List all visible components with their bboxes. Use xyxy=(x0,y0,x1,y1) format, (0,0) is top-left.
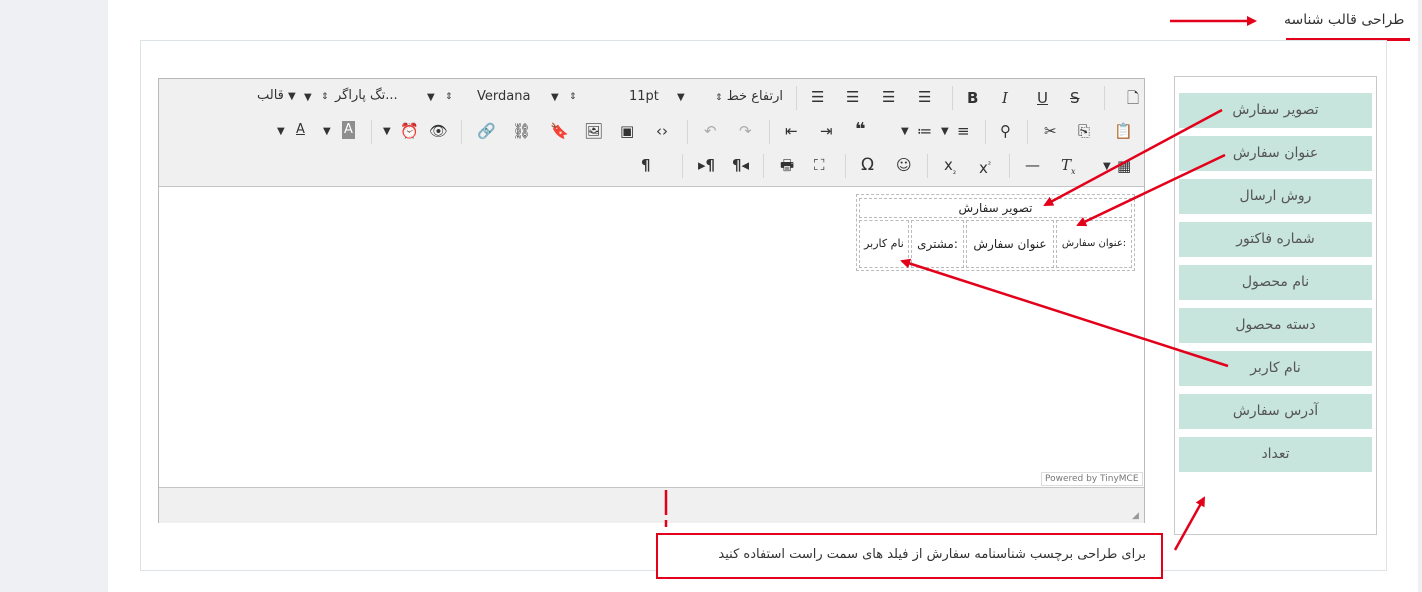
paste-icon[interactable]: 📋 xyxy=(1114,122,1133,140)
table-dropdown-icon[interactable]: ▼ xyxy=(1103,158,1111,176)
line-height-dropdown-icon[interactable]: ▼ xyxy=(677,89,685,107)
bold-icon[interactable]: B xyxy=(967,89,978,107)
field-button-invoice-number[interactable]: شماره فاکتور xyxy=(1179,222,1372,257)
undo-icon[interactable]: ↶ xyxy=(704,122,717,140)
clear-format-icon[interactable]: Tx xyxy=(1061,156,1076,181)
rtl-icon[interactable]: ¶◂ xyxy=(732,156,749,174)
outdent-icon[interactable]: ⇤ xyxy=(785,122,798,140)
emoticon-icon[interactable]: ☺ xyxy=(896,156,912,174)
label-cell-username[interactable]: نام کاربر xyxy=(859,220,909,268)
field-button-product-category[interactable]: دسته محصول xyxy=(1179,308,1372,343)
font-size-label: 11pt xyxy=(629,89,659,104)
superscript-icon[interactable]: x² xyxy=(979,156,991,177)
align-center-icon[interactable]: ☰ xyxy=(846,88,859,106)
justify-icon[interactable]: ☰ xyxy=(918,88,931,106)
field-button-order-address[interactable]: آدرس سفارش xyxy=(1179,394,1372,429)
paragraph-chevron-icon[interactable]: ⇕ xyxy=(321,88,329,106)
background-color-dropdown-icon[interactable]: ▼ xyxy=(323,123,331,141)
label-cell-order-image[interactable]: تصویر سفارش xyxy=(859,198,1132,218)
copy-icon[interactable]: ⎘ xyxy=(1078,122,1090,140)
paragraph-dropdown-icon[interactable]: ▼ xyxy=(427,89,435,107)
format-select[interactable]: قالب ▼ xyxy=(257,87,296,106)
right-gutter xyxy=(1418,0,1422,592)
link-icon[interactable]: 🔗 xyxy=(477,122,496,140)
code-icon[interactable]: ‹› xyxy=(656,122,668,140)
blockquote-icon[interactable]: ❝ xyxy=(855,121,866,139)
chevron-updown-icon: ⇕ xyxy=(715,93,723,103)
font-family-label: Verdana xyxy=(477,89,531,104)
format-label: قالب xyxy=(257,88,284,103)
underline-icon[interactable]: U xyxy=(1037,89,1048,107)
left-gutter xyxy=(0,0,108,592)
field-button-shipping-method[interactable]: روش ارسال xyxy=(1179,179,1372,214)
instruction-note: برای طراحی برچسب شناسنامه سفارش از فیلد … xyxy=(656,533,1163,579)
preview-icon[interactable]: 👁 xyxy=(429,122,448,140)
font-size-select[interactable]: 11pt xyxy=(629,88,659,106)
strikethrough-icon[interactable]: S xyxy=(1070,89,1080,107)
font-size-chevron-icon[interactable]: ⇕ xyxy=(569,88,577,106)
field-button-order-title[interactable]: عنوان سفارش xyxy=(1179,136,1372,171)
media-icon[interactable]: ▣ xyxy=(620,122,634,140)
field-list: تصویر سفارش عنوان سفارش روش ارسال شماره … xyxy=(1174,76,1377,535)
show-blocks-icon[interactable]: ¶ xyxy=(641,156,651,174)
clock-dropdown-icon[interactable]: ▼ xyxy=(383,123,391,141)
page-title: طراحی قالب شناسه xyxy=(1284,12,1405,28)
fullscreen-icon[interactable]: ⛶ xyxy=(814,156,825,174)
font-family-select[interactable]: Verdana xyxy=(477,88,530,106)
anchor-icon[interactable]: 🔖 xyxy=(550,122,569,140)
italic-icon[interactable]: I xyxy=(1002,89,1008,107)
numbered-list-icon[interactable]: ≡ xyxy=(957,122,970,140)
align-left-icon[interactable]: ☰ xyxy=(811,88,824,106)
bullet-list-dropdown-icon[interactable]: ▼ xyxy=(901,123,909,141)
clock-icon[interactable]: ⏰ xyxy=(400,122,419,140)
editor-toolbar: 🗋 S U I B ☰ ☰ ☰ ☰ ⇕ ارتفاع خط ▼ 11pt ⇕ ▼… xyxy=(159,79,1144,187)
subscript-icon[interactable]: x₂ xyxy=(944,156,956,181)
text-color-icon[interactable]: A xyxy=(296,121,305,139)
table-icon[interactable]: ▦ xyxy=(1117,157,1131,175)
align-right-icon[interactable]: ☰ xyxy=(882,88,895,106)
find-icon[interactable]: ⚲ xyxy=(1000,122,1011,140)
label-cell-customer-caption[interactable]: مشتری: xyxy=(911,220,964,268)
text-color-dropdown-icon[interactable]: ▼ xyxy=(277,123,285,141)
line-height-label: ارتفاع خط xyxy=(726,89,783,104)
resize-handle-icon[interactable]: ◢ xyxy=(1132,511,1139,521)
background-color-icon[interactable]: A xyxy=(342,121,355,139)
unlink-icon[interactable]: ⛓ xyxy=(512,122,531,140)
font-family-dropdown-icon[interactable]: ▼ xyxy=(551,89,559,107)
label-cell-order-title-caption[interactable]: عنوان سفارش: xyxy=(1056,220,1132,268)
label-preview-table: تصویر سفارش عنوان سفارش: عنوان سفارش مشت… xyxy=(856,194,1135,271)
field-button-quantity[interactable]: تعداد xyxy=(1179,437,1372,472)
format-dropdown-icon[interactable]: ▼ xyxy=(304,89,312,107)
field-button-order-image[interactable]: تصویر سفارش xyxy=(1179,93,1372,128)
line-height-select[interactable]: ⇕ ارتفاع خط xyxy=(715,88,783,107)
label-cell-order-title[interactable]: عنوان سفارش xyxy=(966,220,1054,268)
font-family-chevron-icon[interactable]: ⇕ xyxy=(445,88,453,106)
rich-text-editor: 🗋 S U I B ☰ ☰ ☰ ☰ ⇕ ارتفاع خط ▼ 11pt ⇕ ▼… xyxy=(158,78,1145,523)
editor-statusbar xyxy=(159,487,1144,523)
numbered-list-dropdown-icon[interactable]: ▼ xyxy=(941,123,949,141)
redo-icon[interactable]: ↷ xyxy=(739,122,752,140)
horizontal-rule-icon[interactable]: — xyxy=(1025,156,1040,174)
paragraph-tag-select[interactable]: تگ پاراگر... xyxy=(335,87,398,105)
cut-icon[interactable]: ✂ xyxy=(1044,122,1057,140)
new-document-icon[interactable]: 🗋 xyxy=(1127,89,1139,107)
print-icon[interactable]: 🖶 xyxy=(780,156,794,174)
special-char-icon[interactable]: Ω xyxy=(861,156,874,174)
image-icon[interactable]: 🖼 xyxy=(584,122,603,140)
field-button-username[interactable]: نام کاربر xyxy=(1179,351,1372,386)
powered-by: Powered by TinyMCE xyxy=(1041,472,1143,486)
paragraph-tag-label: تگ پاراگر... xyxy=(335,88,398,103)
field-button-product-name[interactable]: نام محصول xyxy=(1179,265,1372,300)
ltr-icon[interactable]: ▸¶ xyxy=(698,156,715,174)
bullet-list-icon[interactable]: ≔ xyxy=(917,122,932,140)
indent-icon[interactable]: ⇥ xyxy=(820,122,833,140)
